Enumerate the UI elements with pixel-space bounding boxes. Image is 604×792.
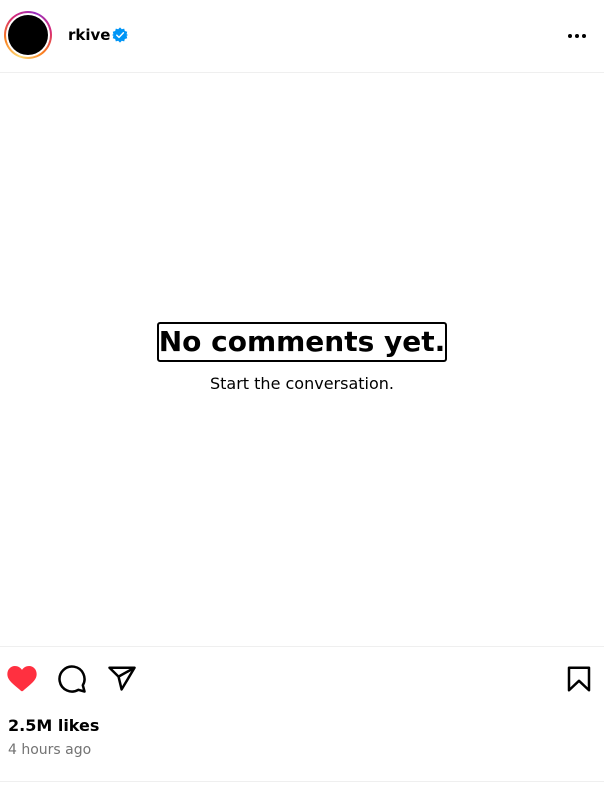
like-button[interactable] — [6, 663, 38, 695]
avatar — [8, 15, 48, 55]
post-actions-bar: 2.5M likes 4 hours ago — [0, 646, 604, 782]
verified-badge-icon — [112, 27, 128, 43]
bookmark-icon — [567, 666, 591, 692]
empty-comments-title: No comments yet. — [156, 322, 448, 362]
story-ring-avatar[interactable] — [4, 11, 52, 59]
username-link[interactable]: rkive — [68, 25, 110, 45]
likes-count[interactable]: 2.5M likes — [8, 716, 99, 736]
post-timestamp[interactable]: 4 hours ago — [8, 741, 91, 759]
comments-empty-state: No comments yet. Start the conversation. — [0, 322, 604, 394]
post-header: rkive — [0, 0, 604, 73]
more-options-icon[interactable] — [564, 24, 590, 48]
save-button[interactable] — [563, 663, 595, 695]
empty-comments-subtitle: Start the conversation. — [209, 374, 394, 393]
share-button[interactable] — [106, 663, 138, 695]
comment-button[interactable] — [56, 663, 88, 695]
comment-icon — [58, 665, 86, 693]
heart-filled-icon — [7, 666, 37, 692]
share-icon — [108, 666, 136, 691]
